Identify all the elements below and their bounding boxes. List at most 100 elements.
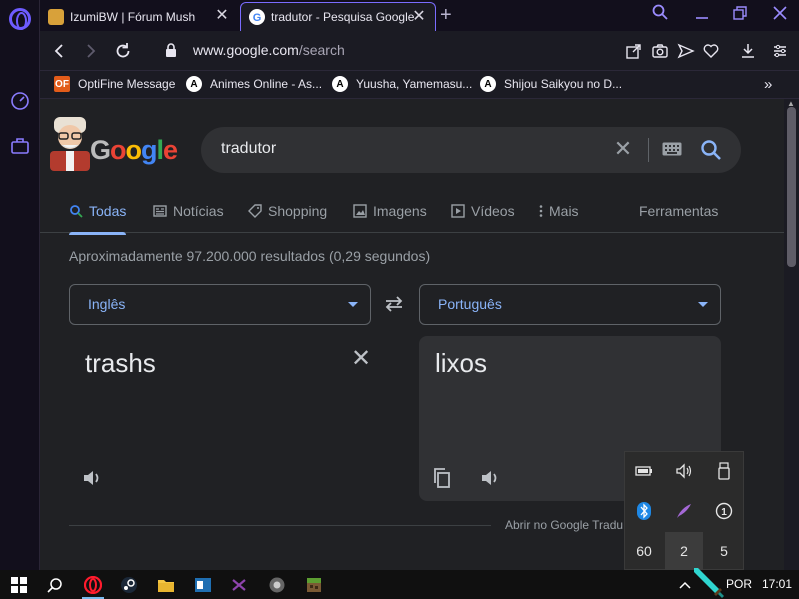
clear-source-icon[interactable]: ✕ xyxy=(351,347,371,371)
bookmark-optifine[interactable]: OF OptiFine Message xyxy=(54,76,175,92)
tab-label: Imagens xyxy=(373,203,427,219)
send-icon[interactable] xyxy=(676,41,696,61)
close-window-button[interactable] xyxy=(768,4,792,25)
url-field[interactable]: www.google.com/search xyxy=(193,42,345,58)
bookmark-label: Shijou Saikyou no D... xyxy=(504,77,623,91)
speaker-icon[interactable] xyxy=(81,467,103,489)
windows-taskbar: POR 17:01 xyxy=(0,568,799,599)
svg-text:1: 1 xyxy=(721,507,727,518)
easy-setup-icon[interactable] xyxy=(770,41,790,61)
search-divider xyxy=(648,138,649,162)
speed-dial-icon[interactable] xyxy=(9,90,31,112)
notification-count-icon[interactable]: 1 xyxy=(705,492,743,530)
windows-start-icon[interactable] xyxy=(8,574,30,596)
steam-icon[interactable] xyxy=(118,574,140,596)
tab-videos[interactable]: Vídeos xyxy=(451,203,515,219)
tab-forum-mush[interactable]: IzumiBW | Fórum Mush ✕ xyxy=(40,2,238,31)
search-icon[interactable] xyxy=(44,574,66,596)
visual-studio-icon[interactable] xyxy=(229,574,251,596)
target-language-select[interactable]: Português xyxy=(419,284,721,325)
file-explorer-icon[interactable] xyxy=(155,574,177,596)
battery-icon[interactable] xyxy=(625,452,663,490)
tab-google-search[interactable]: G tradutor - Pesquisa Google ✕ xyxy=(240,2,436,31)
tab-label: tradutor - Pesquisa Google xyxy=(271,10,415,24)
minecraft-icon[interactable] xyxy=(303,574,325,596)
bookmark-animes-online[interactable]: A Animes Online - As... xyxy=(186,76,322,92)
google-logo[interactable]: Google xyxy=(40,111,178,171)
forward-button[interactable] xyxy=(80,40,102,62)
page-scrollbar[interactable]: ▲ xyxy=(784,99,799,570)
divider xyxy=(69,525,491,526)
swap-languages-icon[interactable] xyxy=(383,294,405,314)
input-language-indicator[interactable]: POR xyxy=(726,577,752,591)
reload-button[interactable] xyxy=(112,40,134,62)
screen: IzumiBW | Fórum Mush ✕ G tradutor - Pesq… xyxy=(0,0,799,599)
restore-button[interactable] xyxy=(728,4,752,25)
results-stats: Aproximadamente 97.200.000 resultados (0… xyxy=(69,248,431,264)
bookmark-label: Yuusha, Yamemasu... xyxy=(356,77,473,91)
search-tabs-icon[interactable] xyxy=(648,4,672,25)
speaker-icon[interactable] xyxy=(479,467,501,489)
clear-search-icon[interactable]: ✕ xyxy=(612,138,634,160)
minimize-button[interactable] xyxy=(690,4,714,25)
close-tab-icon[interactable]: ✕ xyxy=(214,8,230,24)
address-bar: www.google.com/search xyxy=(40,31,799,71)
clock[interactable]: 17:01 xyxy=(762,577,792,591)
more-vert-icon xyxy=(539,205,543,217)
tag-icon xyxy=(248,204,262,218)
tab-todas[interactable]: Todas xyxy=(69,203,127,235)
new-tab-button[interactable]: + xyxy=(440,4,452,27)
feather-app-icon[interactable] xyxy=(665,492,703,530)
source-text[interactable]: trashs xyxy=(85,348,156,379)
source-language-select[interactable]: Inglês xyxy=(69,284,371,325)
opera-taskbar-icon[interactable] xyxy=(82,574,104,596)
lock-icon[interactable] xyxy=(165,43,177,57)
bookmark-shijou[interactable]: A Shijou Saikyou no D... xyxy=(480,76,622,92)
target-language-label: Português xyxy=(438,296,502,312)
chevron-down-icon xyxy=(348,302,358,307)
search-submit-icon[interactable] xyxy=(699,138,723,162)
google-favicon-icon: G xyxy=(249,9,265,25)
search-box[interactable]: tradutor ✕ xyxy=(201,127,741,173)
anime-site-icon: A xyxy=(480,76,496,92)
keyboard-icon[interactable] xyxy=(662,142,682,156)
volume-icon[interactable] xyxy=(665,452,703,490)
camera-icon[interactable] xyxy=(650,41,670,61)
tab-label: IzumiBW | Fórum Mush xyxy=(70,9,196,24)
bookmark-yuusha[interactable]: A Yuusha, Yamemasu... xyxy=(332,76,472,92)
copy-icon[interactable] xyxy=(432,467,452,489)
tab-label: Todas xyxy=(89,203,127,219)
download-icon[interactable] xyxy=(738,41,758,61)
usb-drive-icon[interactable] xyxy=(705,452,743,490)
tab-noticias[interactable]: Notícias xyxy=(153,203,224,219)
google-logo-text: Google xyxy=(90,135,178,165)
share-icon[interactable] xyxy=(624,41,644,61)
search-input[interactable]: tradutor xyxy=(221,140,276,158)
briefcase-icon[interactable] xyxy=(9,135,31,157)
search-icon xyxy=(70,205,83,218)
anime-site-icon: A xyxy=(332,76,348,92)
tab-label: Shopping xyxy=(268,203,328,219)
url-path: /search xyxy=(298,42,345,58)
more-bookmarks-button[interactable]: » xyxy=(764,76,772,93)
tab-mais[interactable]: Mais xyxy=(537,203,579,219)
scrollbar-thumb[interactable] xyxy=(787,107,796,267)
opera-logo-icon[interactable] xyxy=(9,8,31,30)
tray-overflow-flyout: 1 60 2 5 xyxy=(624,451,744,570)
source-text-area[interactable]: trashs ✕ xyxy=(69,336,371,501)
tools-button[interactable]: Ferramentas xyxy=(639,203,718,219)
source-language-label: Inglês xyxy=(88,296,126,312)
bookmarks-bar: OF OptiFine Message A Animes Online - As… xyxy=(40,71,799,99)
bookmark-label: Animes Online - As... xyxy=(210,77,323,91)
tab-shopping[interactable]: Shopping xyxy=(248,203,327,219)
terminal-app-icon[interactable] xyxy=(192,574,214,596)
tab-imagens[interactable]: Imagens xyxy=(353,203,427,219)
tray-item-60[interactable]: 60 xyxy=(625,532,663,570)
close-tab-icon[interactable]: ✕ xyxy=(411,9,427,25)
app-icon[interactable] xyxy=(266,574,288,596)
open-in-google-translate-link[interactable]: Abrir no Google Tradu xyxy=(505,518,623,532)
back-button[interactable] xyxy=(48,40,70,62)
news-icon xyxy=(153,205,167,217)
bluetooth-icon[interactable] xyxy=(625,492,663,530)
heart-icon[interactable] xyxy=(701,41,721,61)
